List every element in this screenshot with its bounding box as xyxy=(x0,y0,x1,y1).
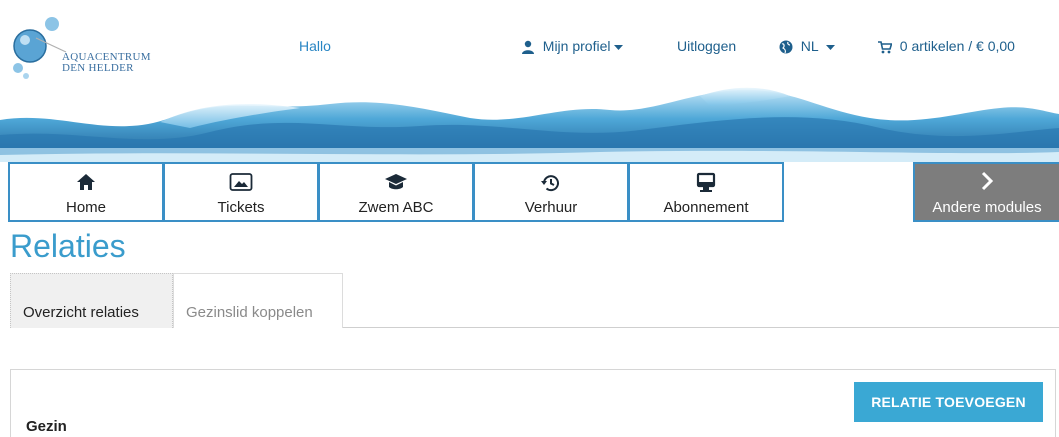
panel-title: Gezin xyxy=(26,418,67,435)
header-banner: AQUACENTRUM DEN HELDER Hallo Mijn profie… xyxy=(0,0,1059,162)
tab-overzicht-relaties[interactable]: Overzicht relaties xyxy=(10,273,173,328)
logo-line-2: DEN HELDER xyxy=(62,62,134,74)
greeting-text: Hallo xyxy=(299,38,331,54)
monitor-icon xyxy=(630,172,782,194)
my-profile-dropdown[interactable]: Mijn profiel xyxy=(521,38,624,58)
user-icon xyxy=(522,41,534,55)
tab-overzicht-relaties-label: Overzicht relaties xyxy=(23,304,139,321)
logout-link[interactable]: Uitloggen xyxy=(677,38,736,58)
module-tickets[interactable]: Tickets xyxy=(163,162,319,222)
caret-down-icon xyxy=(826,45,836,51)
module-home-label: Home xyxy=(65,199,106,216)
home-icon xyxy=(10,172,162,194)
my-profile-label: Mijn profiel xyxy=(542,38,611,54)
tab-gezinslid-koppelen[interactable]: Gezinslid koppelen xyxy=(173,273,343,328)
cart-summary: 0 artikelen / € 0,00 xyxy=(899,38,1015,54)
history-icon xyxy=(475,172,627,194)
tab-gezinslid-koppelen-label: Gezinslid koppelen xyxy=(186,304,313,321)
add-relation-button[interactable]: RELATIE TOEVOEGEN xyxy=(854,382,1043,422)
bubble-logo-icon xyxy=(13,17,67,79)
shopping-cart-link[interactable]: 0 artikelen / € 0,00 xyxy=(878,38,1015,58)
module-tickets-label: Tickets xyxy=(217,199,265,216)
globe-icon xyxy=(779,40,793,54)
chevron-right-icon xyxy=(915,170,1059,194)
module-verhuur-label: Verhuur xyxy=(524,199,578,216)
cart-icon xyxy=(878,40,892,54)
module-zwem-abc-label: Zwem ABC xyxy=(358,199,434,216)
image-icon xyxy=(165,172,317,194)
logo-wordmark: AQUACENTRUM DEN HELDER xyxy=(62,52,151,74)
module-zwem-abc[interactable]: Zwem ABC xyxy=(318,162,474,222)
family-panel: Gezin RELATIE TOEVOEGEN xyxy=(10,369,1056,437)
username-redaction xyxy=(338,32,428,58)
other-modules-button[interactable]: Andere modules xyxy=(913,162,1059,222)
other-modules-label: Andere modules xyxy=(932,199,1042,216)
module-verhuur[interactable]: Verhuur xyxy=(473,162,629,222)
module-abonnement[interactable]: Abonnement xyxy=(628,162,784,222)
caret-down-icon xyxy=(614,45,624,51)
page-title: Relaties xyxy=(10,228,126,264)
module-home[interactable]: Home xyxy=(8,162,164,222)
graduation-cap-icon xyxy=(320,172,472,194)
language-label: NL xyxy=(800,38,819,54)
language-selector[interactable]: NL xyxy=(779,38,836,58)
module-abonnement-label: Abonnement xyxy=(663,199,749,216)
